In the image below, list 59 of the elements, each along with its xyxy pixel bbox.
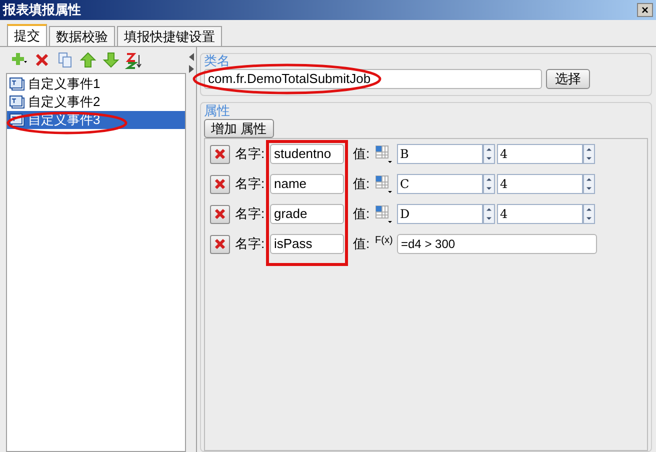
group-legend: 属性 [204,103,648,119]
collapse-left-icon[interactable] [188,53,194,61]
delete-button[interactable] [210,234,230,254]
up-arrow-icon[interactable] [79,51,97,69]
delete-icon [214,238,226,250]
window-icon [9,113,25,127]
formula-field[interactable]: =d4 > 300 [397,234,597,254]
row-field[interactable]: 4 [497,174,583,194]
name-field[interactable]: name [270,174,344,194]
formula-button[interactable]: F(x) [375,234,393,254]
row-field[interactable]: 4 [497,144,583,164]
cell-select-icon[interactable] [375,144,393,164]
window-title: 报表填报属性 [3,1,81,20]
spinner-buttons[interactable] [583,174,595,194]
cell-select-icon[interactable] [375,204,393,224]
window-icon [9,77,25,91]
column-field[interactable]: C [397,174,483,194]
value-label: 值: [353,235,371,254]
tab[interactable]: 填报快捷键设置 [117,26,222,46]
window-icon [9,95,25,109]
list-item[interactable]: 自定义事件2 [7,93,185,111]
cell-select-icon[interactable] [375,174,393,194]
column-field[interactable]: B [397,144,483,164]
name-label: 名字: [235,145,265,164]
add-property-button[interactable]: 增加 属性 [204,119,274,138]
collapse-right-icon[interactable] [188,65,194,73]
choose-button[interactable]: 选择 [546,69,590,89]
sort-icon[interactable] [125,51,143,69]
spinner-buttons[interactable] [483,144,495,164]
tab[interactable]: 数据校验 [49,26,115,46]
delete-icon [214,178,226,190]
spinner-buttons[interactable] [583,204,595,224]
name-field[interactable]: isPass [270,234,344,254]
group-legend: 类名 [204,53,648,69]
delete-button[interactable] [210,174,230,194]
name-label: 名字: [235,175,265,194]
name-label: 名字: [235,205,265,224]
value-label: 值: [353,205,371,224]
spinner-buttons[interactable] [483,204,495,224]
value-label: 值: [353,145,371,164]
tab[interactable]: 提交 [7,24,47,46]
copy-icon[interactable] [56,51,74,69]
value-label: 值: [353,175,371,194]
spinner-buttons[interactable] [583,144,595,164]
name-label: 名字: [235,235,265,254]
delete-icon[interactable] [33,51,51,69]
down-arrow-icon[interactable] [102,51,120,69]
delete-icon [214,208,226,220]
name-field[interactable]: grade [270,204,344,224]
delete-button[interactable] [210,204,230,224]
column-field[interactable]: D [397,204,483,224]
close-button[interactable]: × [637,3,653,17]
class-name-field[interactable]: com.fr.DemoTotalSubmitJob [204,69,542,89]
list-item[interactable]: 自定义事件1 [7,75,185,93]
delete-icon [214,148,226,160]
spinner-buttons[interactable] [483,174,495,194]
name-field[interactable]: studentno [270,144,344,164]
delete-button[interactable] [210,144,230,164]
row-field[interactable]: 4 [497,204,583,224]
